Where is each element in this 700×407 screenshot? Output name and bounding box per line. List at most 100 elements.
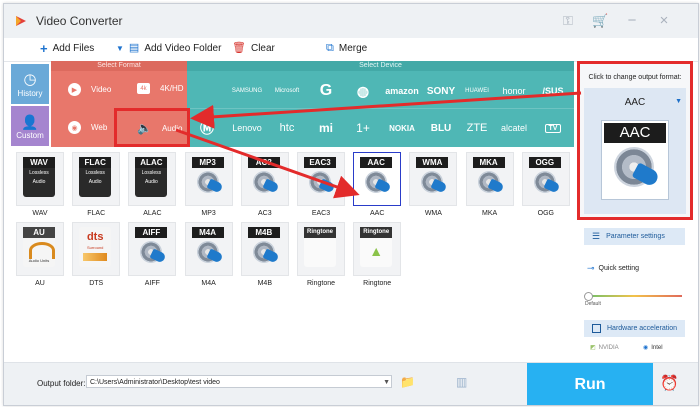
format-tag: Ringtone	[304, 227, 336, 238]
add-video-folder-button[interactable]: ▼ ▤ Add Video Folder	[116, 43, 221, 55]
format-type-video[interactable]: ▶ Video	[68, 83, 111, 96]
device-oneplus[interactable]: 1+	[345, 110, 381, 146]
format-tag: AC3	[247, 157, 280, 168]
format-label: FLAC	[87, 210, 106, 217]
format-tile-alac[interactable]: ALAC Lossless Audio	[128, 152, 177, 206]
format-tag: AAC	[360, 157, 393, 168]
format-tile-ringtone[interactable]: Ringtone	[297, 222, 345, 276]
format-tag: OGG	[528, 157, 561, 168]
format-label: MP3	[201, 210, 216, 217]
format-tile-ogg[interactable]: OGG	[521, 152, 570, 206]
quick-setting-label: Quick setting	[598, 265, 640, 272]
device-nokia[interactable]: NOKIA	[381, 110, 423, 146]
sliders-icon: ☰	[592, 231, 601, 241]
intel-option[interactable]: ◉ Intel	[643, 341, 663, 354]
format-label: AU	[35, 280, 45, 287]
intel-icon: ◉	[643, 345, 649, 351]
format-tag: ALAC	[135, 157, 168, 168]
device-xiaomi[interactable]: mi	[307, 110, 345, 146]
merge-button[interactable]: ⧉ Merge	[326, 43, 367, 55]
format-icon-tag: AAC	[604, 123, 666, 143]
output-format-panel[interactable]: Click to change output format: AAC ▼ AAC	[577, 61, 693, 220]
run-button[interactable]: Run	[527, 363, 653, 405]
dts-bar-icon	[83, 253, 108, 261]
output-folder-field[interactable]: C:\Users\Administrator\Desktop\test vide…	[86, 375, 392, 388]
device-blu[interactable]: BLU	[423, 110, 459, 146]
format-icon: FLAC Lossless Audio	[79, 157, 112, 197]
add-files-button[interactable]: + Add Files	[40, 42, 94, 55]
device-google[interactable]: G	[307, 73, 345, 109]
device-zte[interactable]: ZTE	[459, 110, 495, 146]
format-category-bar: ◷ History 👤 Custom Select Format ▶ Video…	[4, 61, 574, 147]
format-type-4khd[interactable]: 4k 4K/HD	[137, 83, 184, 94]
format-tag: AIFF	[135, 227, 168, 238]
format-tile-dts[interactable]: dts Surround	[72, 222, 121, 276]
format-tile-aiff[interactable]: AIFF	[128, 222, 177, 276]
format-tile-m4b[interactable]: M4B	[240, 222, 289, 276]
browse-folder-icon[interactable]: 📁	[400, 376, 415, 388]
minimize-icon[interactable]: −	[624, 13, 640, 29]
format-tile-wav[interactable]: WAV Lossless Audio	[16, 152, 64, 206]
device-tv[interactable]: TV	[533, 110, 573, 146]
device-htc[interactable]: htc	[267, 110, 307, 146]
clear-button[interactable]: 🗑 Clear	[232, 43, 275, 55]
format-label: MKA	[482, 210, 498, 217]
output-format-selector[interactable]: AAC ▼ AAC	[584, 88, 686, 214]
intel-label: Intel	[651, 344, 663, 351]
format-tile-ac3[interactable]: AC3	[240, 152, 289, 206]
format-tile-m4a[interactable]: M4A	[184, 222, 233, 276]
history-tab[interactable]: ◷ History	[11, 64, 49, 104]
format-tag: M4A	[191, 227, 224, 238]
format-icon: M4A	[191, 227, 224, 267]
format-tag: MP3	[191, 157, 224, 168]
format-tile-flac[interactable]: FLAC Lossless Audio	[72, 152, 121, 206]
quality-label: Default	[585, 301, 601, 307]
quality-slider-knob[interactable]	[584, 292, 593, 301]
select-device-panel: Select Device SAMSUNG Microsoft G ◍ amaz…	[187, 61, 574, 147]
device-microsoft[interactable]: Microsoft	[267, 73, 307, 109]
device-lenovo[interactable]: Lenovo	[227, 110, 267, 146]
apple-icon[interactable]	[187, 73, 227, 109]
format-tile-mp3[interactable]: MP3	[184, 152, 233, 206]
device-amazon[interactable]: amazon	[381, 73, 423, 109]
device-huawei[interactable]: HUAWEI	[459, 73, 495, 109]
web-label: Web	[91, 123, 108, 132]
lg-icon[interactable]: ◍	[345, 73, 381, 109]
cart-icon[interactable]: 🛒	[592, 13, 608, 29]
select-format-header: Select Format	[51, 61, 187, 71]
format-tile-au[interactable]: AU Audio Units	[16, 222, 64, 276]
video-label: Video	[91, 85, 112, 94]
custom-tab[interactable]: 👤 Custom	[11, 106, 49, 146]
key-icon[interactable]: ⚿	[560, 13, 576, 29]
motorola-icon[interactable]: Ⓜ	[187, 110, 227, 146]
4k-icon: 4k	[137, 83, 150, 94]
format-icon: OGG	[528, 157, 561, 197]
device-sony[interactable]: SONY	[423, 73, 459, 109]
format-icon: Ringtone ▲	[360, 227, 393, 267]
format-tile-mka[interactable]: MKA	[465, 152, 514, 206]
alarm-clock-icon[interactable]: ⏰	[660, 376, 679, 391]
format-label: WAV	[32, 210, 48, 217]
device-asus[interactable]: /SUS	[533, 73, 573, 109]
close-icon[interactable]: ×	[656, 13, 672, 29]
device-alcatel[interactable]: alcatel	[495, 110, 533, 146]
nvidia-option[interactable]: ◩ NVIDIA	[590, 341, 619, 354]
format-label: WMA	[424, 210, 442, 217]
select-device-header: Select Device	[187, 61, 574, 71]
format-tile-ringtone[interactable]: Ringtone ▲	[353, 222, 402, 276]
open-folder-icon[interactable]: ▥	[456, 376, 467, 388]
format-type-web[interactable]: ◉ Web	[68, 121, 107, 134]
chevron-down-icon[interactable]: ▼	[383, 376, 390, 389]
dropdown-arrow-icon: ▼	[116, 44, 124, 53]
device-samsung[interactable]: SAMSUNG	[227, 73, 267, 109]
parameter-settings-button[interactable]: ☰ Parameter settings	[584, 228, 685, 245]
clear-label: Clear	[250, 43, 275, 54]
quality-slider-track[interactable]	[586, 295, 682, 297]
format-tile-wma[interactable]: WMA	[409, 152, 458, 206]
format-icon: MP3	[191, 157, 224, 197]
device-honor[interactable]: honor	[495, 73, 533, 109]
format-tile-aac[interactable]: AAC	[353, 152, 402, 206]
app-logo-icon	[16, 16, 26, 26]
hardware-acceleration-button[interactable]: Hardware acceleration	[584, 320, 685, 337]
format-tile-eac3[interactable]: EAC3	[297, 152, 345, 206]
